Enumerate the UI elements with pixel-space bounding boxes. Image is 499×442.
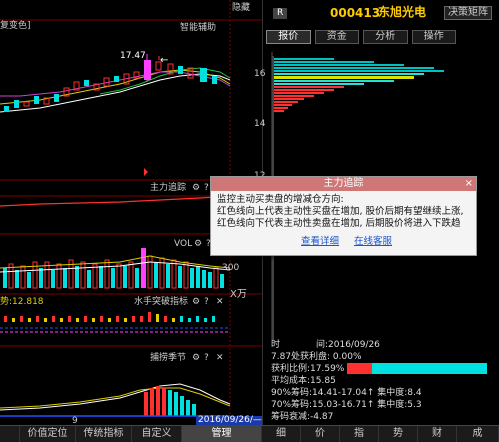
smart-assist-label[interactable]: 智能辅助 xyxy=(180,24,216,33)
time-value: 间:2016/09/26 xyxy=(316,340,380,350)
time-label: 时 xyxy=(271,340,281,350)
close-icon[interactable]: ✕ xyxy=(216,298,224,307)
main-tracking-label: 主力追踪 xyxy=(150,183,187,193)
close-icon[interactable]: × xyxy=(465,177,473,191)
profit-ratio-bar xyxy=(347,363,487,374)
chip-70: 70%筹码:15.03-16.71↑ 集中度:5.3 xyxy=(271,400,422,410)
popup-body: 监控主动买卖盘的增减仓方向: 红色线向上代表主动性买盘在增加, 股价后期有望继续… xyxy=(211,191,476,233)
popup-title: 主力追踪 xyxy=(323,178,364,189)
candle xyxy=(178,66,183,74)
avg-cost: 平均成本:15.85 xyxy=(271,376,336,386)
stock-code: 000413 xyxy=(330,6,381,20)
question-icon[interactable]: ? xyxy=(204,354,209,363)
traditional-indicator-button[interactable]: 传统指标 xyxy=(76,426,132,442)
volume-bars xyxy=(3,248,224,289)
candle xyxy=(34,96,39,104)
candle xyxy=(114,76,119,82)
candle xyxy=(23,101,30,107)
bottom-tab-detail[interactable]: 细 xyxy=(262,426,301,442)
chart-label-left: 复变色] xyxy=(0,21,31,31)
custom-button[interactable]: 自定义 xyxy=(132,426,182,442)
price-marker: 17.47 xyxy=(120,51,146,61)
candle xyxy=(14,100,19,108)
r-badge[interactable]: R xyxy=(273,8,288,19)
bottom-btn-blank[interactable] xyxy=(0,426,20,442)
chip-bars-upper xyxy=(274,58,444,85)
value-position-button[interactable]: 价值定位 xyxy=(20,426,76,442)
vol-axis-value: 300 xyxy=(222,263,240,273)
popup-line-3: 红色线向下代表主动性卖盘在增加, 后期股价将进入下跌趋 xyxy=(217,218,461,229)
vol-unit: X万 xyxy=(230,289,247,300)
popup-line-2: 红色线向上代表主动性买盘在增加, 股价后期有望继续上涨, xyxy=(217,206,464,217)
candle xyxy=(212,76,217,84)
manage-button[interactable]: 管理 xyxy=(182,426,262,442)
ma-line-purple xyxy=(0,71,231,97)
water-indicator-label: 水手突破指标 xyxy=(134,297,189,307)
bottom-toolbar: 价值定位 传统指标 自定义 管理 细 价 指 势 财 成 xyxy=(0,425,499,442)
vol-label: VOL xyxy=(174,239,193,249)
gear-icon[interactable]: ⚙ xyxy=(192,354,200,363)
candle xyxy=(54,94,59,102)
bottom-tab-index[interactable]: 指 xyxy=(340,426,379,442)
close-icon[interactable]: ✕ xyxy=(216,354,224,363)
popup-links: 查看详细 在线客服 xyxy=(211,233,476,247)
question-icon[interactable]: ? xyxy=(204,298,209,307)
candle xyxy=(4,106,9,112)
decision-matrix-button[interactable]: 决策矩阵 xyxy=(444,6,492,20)
chip-axis-16: 16 xyxy=(254,69,266,79)
question-icon[interactable]: ? xyxy=(204,184,209,193)
popup-line-1: 监控主动买卖盘的增减仓方向: xyxy=(217,194,344,205)
gear-icon[interactable]: ⚙ xyxy=(192,298,200,307)
chip-90: 90%筹码:14.41-17.04↑ 集中度:8.4 xyxy=(271,388,422,398)
candlesticks xyxy=(4,54,217,112)
bottom-tab-finance[interactable]: 财 xyxy=(418,426,457,442)
tab-quote[interactable]: 报价 xyxy=(266,30,311,44)
gear-icon[interactable]: ⚙ xyxy=(194,240,202,249)
tab-analysis[interactable]: 分析 xyxy=(363,30,408,44)
profit-ratio-fill xyxy=(347,363,372,374)
date-label: 2016/09/26/— xyxy=(196,415,262,425)
chip-decay: 筹码衰减:-4.87 xyxy=(271,412,334,422)
view-detail-link[interactable]: 查看详细 xyxy=(301,236,339,247)
chip-axis-14: 14 xyxy=(254,119,266,129)
chip-bars-lower xyxy=(274,86,344,112)
tab-operate[interactable]: 操作 xyxy=(411,30,456,44)
candle xyxy=(200,68,207,82)
gear-icon[interactable]: ⚙ xyxy=(192,184,200,193)
main-tracking-line xyxy=(0,195,231,207)
quote-tabs: 报价 资金 分析 操作 xyxy=(266,30,456,44)
profit-ratio-label: 获利比例:17.59% xyxy=(271,364,345,374)
trend-value: 势:12.818 xyxy=(0,297,44,307)
stock-name: 东旭光电 xyxy=(378,5,427,19)
hide-button[interactable]: 隐藏 xyxy=(232,4,250,13)
candle xyxy=(84,80,89,86)
bottom-tab-trend[interactable]: 势 xyxy=(379,426,418,442)
bottom-tab-turnover[interactable]: 成 xyxy=(457,426,499,442)
main-tracking-popup: 主力追踪 × 监控主动买卖盘的增减仓方向: 红色线向上代表主动性买盘在增加, 股… xyxy=(210,176,477,256)
x-axis-tick: 9 xyxy=(72,416,78,426)
popup-title-bar: 主力追踪 × xyxy=(211,177,476,191)
bottom-tab-price[interactable]: 价 xyxy=(301,426,340,442)
water-indicator-bars xyxy=(4,312,215,322)
profit-at-price: 7.87处获利盘: 0.00% xyxy=(271,352,362,362)
catch-season-label: 捕捞季节 xyxy=(150,353,187,363)
tab-fund[interactable]: 资金 xyxy=(314,30,359,44)
online-service-link[interactable]: 在线客服 xyxy=(354,236,392,247)
arrow-left-icon: ← xyxy=(160,55,169,66)
signal-marker xyxy=(144,168,148,176)
